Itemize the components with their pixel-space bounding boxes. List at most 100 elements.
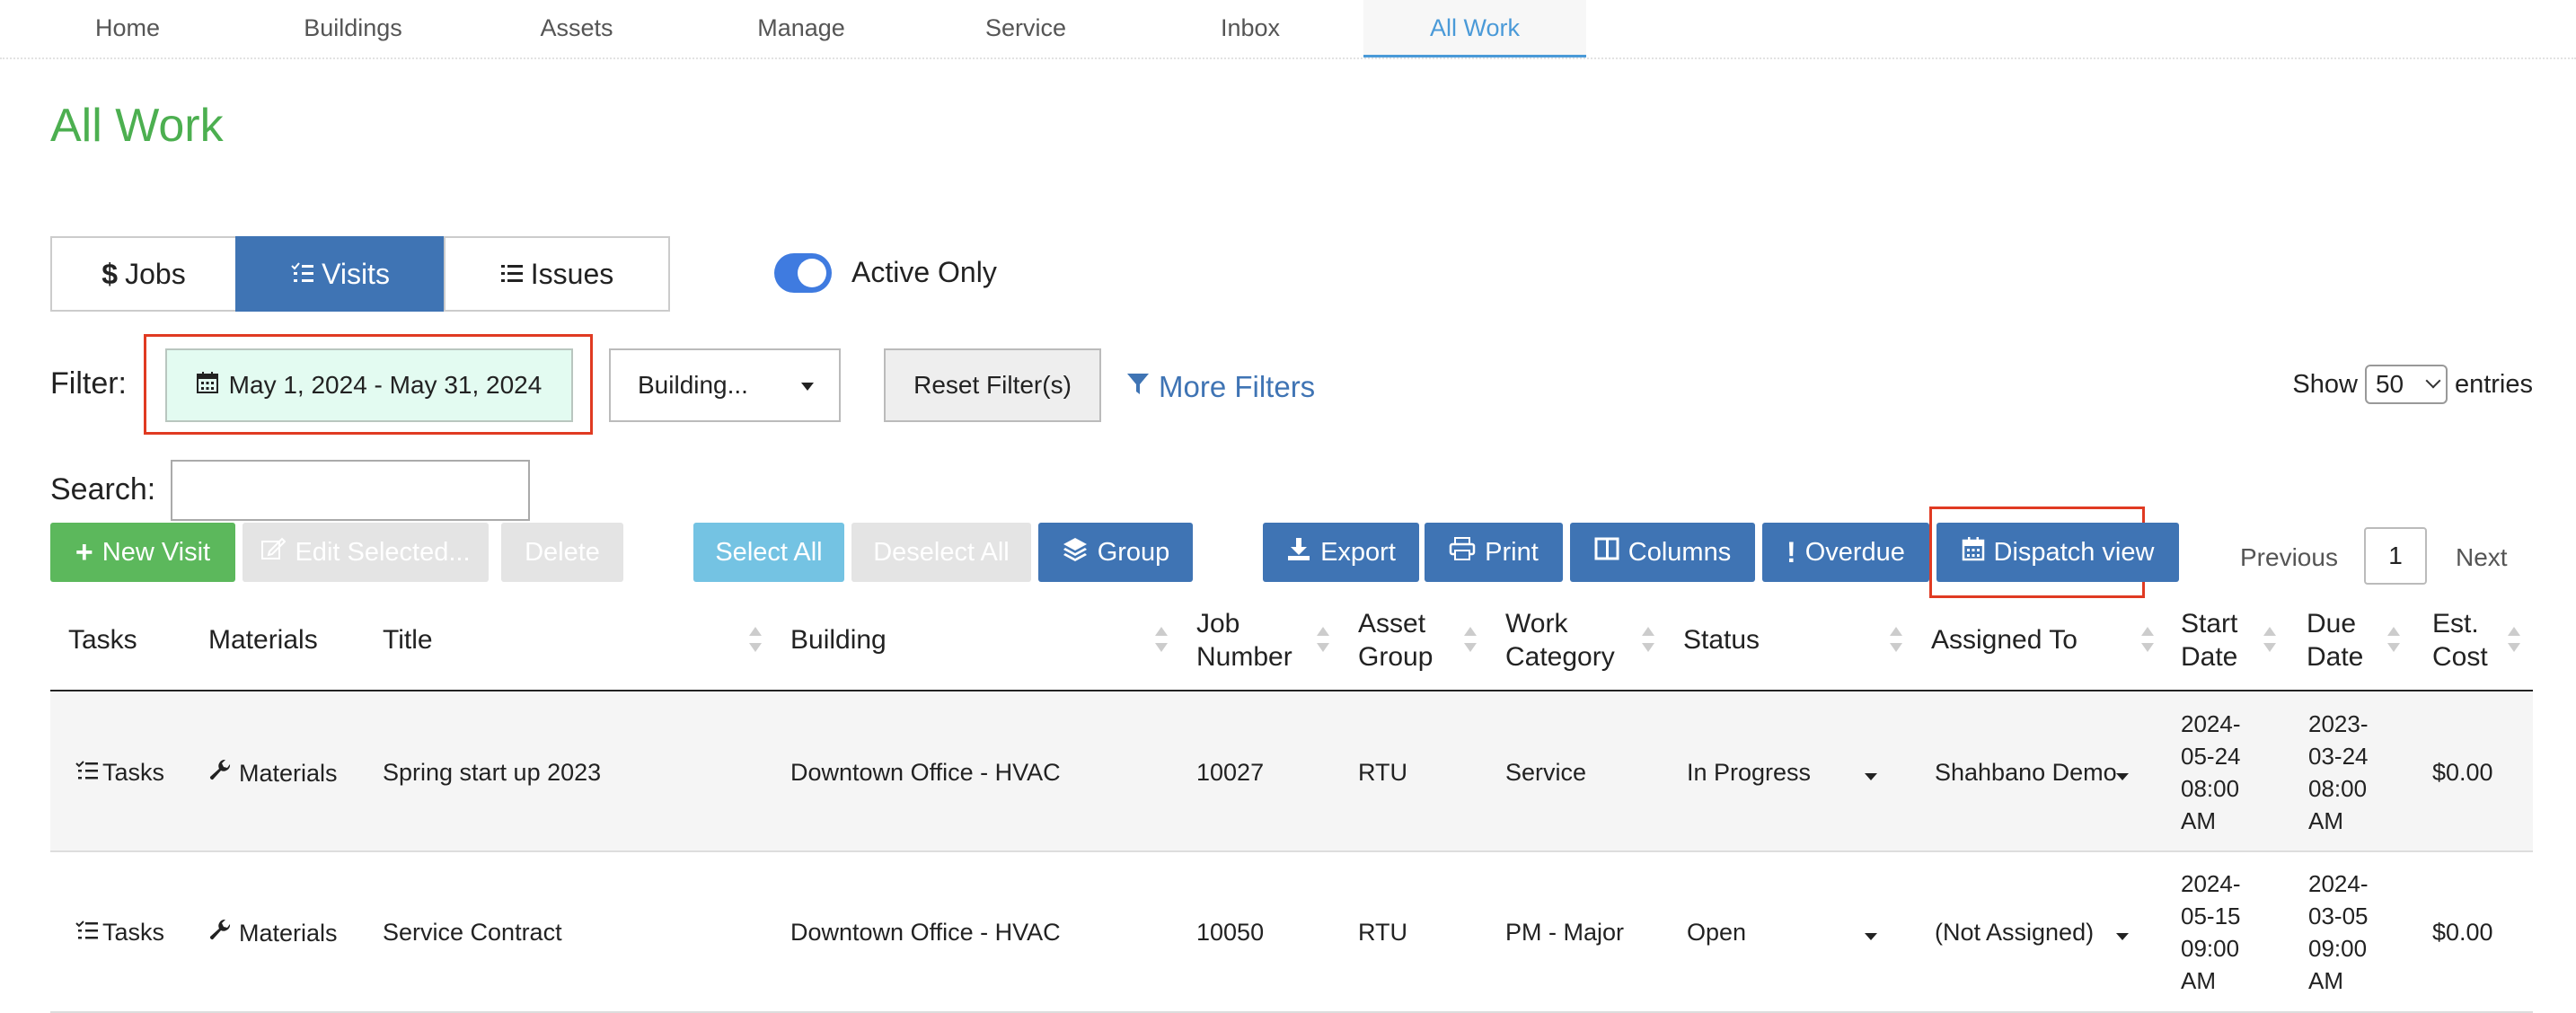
group-button[interactable]: Group — [1038, 523, 1193, 582]
nav-buildings[interactable]: Buildings — [242, 0, 464, 57]
tasks-icon — [291, 258, 314, 291]
edit-selected-button[interactable]: Edit Selected... — [243, 523, 489, 582]
calendar-icon — [196, 371, 218, 401]
row-title[interactable]: Spring start up 2023 — [383, 759, 601, 787]
entries-suffix: entries — [2454, 369, 2533, 399]
nav-service[interactable]: Service — [914, 0, 1137, 57]
building-select[interactable]: Building... — [609, 348, 841, 422]
filter-label: Filter: — [50, 366, 127, 401]
search-label: Search: — [50, 472, 156, 506]
sort-icon[interactable] — [1317, 627, 1329, 652]
new-visit-button[interactable]: + New Visit — [50, 523, 235, 582]
row-due-date: 2023- 03-24 08:00 AM — [2308, 710, 2369, 834]
wrench-icon — [208, 759, 232, 788]
exclamation-icon: ! — [1786, 535, 1796, 568]
row-tasks-label: Tasks — [102, 759, 165, 786]
overdue-button[interactable]: ! Overdue — [1762, 523, 1929, 582]
row-status-select[interactable]: In Progress — [1687, 759, 1811, 787]
th-start-date[interactable]: Start Date — [2181, 607, 2247, 674]
more-filters-link[interactable]: More Filters — [1126, 370, 1315, 404]
table-header-divider — [50, 690, 2533, 691]
sort-icon[interactable] — [2387, 627, 2400, 652]
entries-value: 50 — [2375, 370, 2404, 398]
pager-current-page[interactable]: 1 — [2364, 527, 2427, 585]
th-title[interactable]: Title — [383, 623, 433, 656]
th-assigned-to[interactable]: Assigned To — [1931, 623, 2078, 656]
th-work-category[interactable]: Work Category — [1505, 607, 1631, 674]
chevron-down-icon — [2425, 373, 2441, 389]
date-range-picker[interactable]: May 1, 2024 - May 31, 2024 — [165, 348, 573, 422]
calendar-icon — [1962, 536, 1985, 568]
row-asset-group: RTU — [1358, 919, 1408, 946]
show-label: Show — [2292, 369, 2358, 399]
dollar-icon: $ — [101, 257, 119, 290]
caret-down-icon — [801, 383, 814, 391]
reset-filters-button[interactable]: Reset Filter(s) — [884, 348, 1101, 422]
nav-home[interactable]: Home — [16, 0, 239, 57]
nav-manage[interactable]: Manage — [690, 0, 913, 57]
th-asset-group[interactable]: Asset Group — [1358, 607, 1451, 674]
th-status[interactable]: Status — [1683, 623, 1760, 656]
row-tasks-link[interactable]: Tasks — [75, 759, 164, 787]
row-title[interactable]: Service Contract — [383, 919, 562, 947]
overdue-label: Overdue — [1804, 537, 1905, 567]
pager-previous[interactable]: Previous — [2240, 543, 2338, 572]
th-building[interactable]: Building — [790, 623, 887, 656]
row-work-category: Service — [1505, 759, 1587, 786]
entries-select[interactable]: 50 — [2364, 365, 2448, 404]
sort-icon[interactable] — [2263, 627, 2276, 652]
row-status-select[interactable]: Open — [1687, 919, 1746, 947]
th-est-cost[interactable]: Est. Cost — [2432, 607, 2504, 674]
group-label: Group — [1097, 537, 1170, 567]
select-all-button[interactable]: Select All — [693, 523, 844, 582]
active-only-label: Active Only — [851, 256, 997, 288]
search-input[interactable] — [171, 460, 530, 521]
row-materials-link[interactable]: Materials — [208, 919, 338, 948]
row-assigned-select[interactable]: Shahbano Demo — [1935, 759, 2117, 787]
columns-button[interactable]: Columns — [1570, 523, 1755, 582]
th-job-number[interactable]: Job Number — [1196, 607, 1304, 674]
tasks-icon — [75, 759, 99, 787]
columns-icon — [1594, 537, 1619, 568]
row-tasks-label: Tasks — [102, 919, 165, 946]
caret-down-icon[interactable] — [2116, 933, 2129, 940]
active-only-toggle[interactable] — [774, 253, 832, 293]
sort-icon[interactable] — [2141, 627, 2154, 652]
tab-visits[interactable]: Visits — [235, 236, 446, 312]
wrench-icon — [208, 919, 232, 948]
tab-jobs[interactable]: $ Jobs — [50, 236, 237, 312]
print-button[interactable]: Print — [1425, 523, 1563, 582]
row-building: Downtown Office - HVAC — [790, 759, 1061, 786]
nav-inbox[interactable]: Inbox — [1139, 0, 1362, 57]
pager-next[interactable]: Next — [2456, 543, 2508, 572]
building-select-value: Building... — [638, 371, 748, 399]
caret-down-icon[interactable] — [2116, 773, 2129, 780]
nav-assets[interactable]: Assets — [465, 0, 688, 57]
delete-button[interactable]: Delete — [501, 523, 623, 582]
row-est-cost: $0.00 — [2432, 919, 2493, 946]
sort-icon[interactable] — [1890, 627, 1902, 652]
row-materials-link[interactable]: Materials — [208, 759, 338, 788]
row-assigned-select[interactable]: (Not Assigned) — [1935, 919, 2094, 947]
row-tasks-link[interactable]: Tasks — [75, 919, 164, 947]
caret-down-icon[interactable] — [1865, 933, 1877, 940]
new-visit-label: New Visit — [101, 537, 211, 567]
nav-all-work[interactable]: All Work — [1363, 0, 1586, 57]
row-materials-label: Materials — [239, 760, 338, 787]
dispatch-view-button[interactable]: Dispatch view — [1936, 523, 2179, 582]
sort-icon[interactable] — [2508, 627, 2520, 652]
sort-icon[interactable] — [1155, 627, 1168, 652]
sort-icon[interactable] — [1642, 627, 1654, 652]
sort-icon[interactable] — [749, 627, 762, 652]
tab-issues-label: Issues — [530, 257, 614, 290]
layers-icon — [1062, 536, 1089, 568]
row-est-cost: $0.00 — [2432, 759, 2493, 786]
sort-icon[interactable] — [1464, 627, 1477, 652]
deselect-all-button[interactable]: Deselect All — [851, 523, 1031, 582]
caret-down-icon[interactable] — [1865, 773, 1877, 780]
tab-issues[interactable]: Issues — [444, 236, 670, 312]
row-materials-label: Materials — [239, 920, 338, 947]
th-due-date[interactable]: Due Date — [2307, 607, 2373, 674]
download-icon — [1286, 536, 1311, 568]
export-button[interactable]: Export — [1263, 523, 1419, 582]
